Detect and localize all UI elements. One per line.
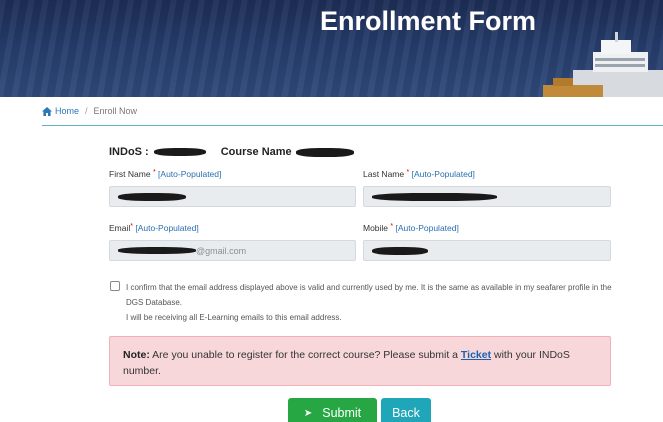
confirm-text-line-1: I confirm that the email address display… [126, 283, 612, 307]
mobile-label: Mobile * [Auto-Populated] [363, 223, 459, 233]
course-name-redacted [295, 147, 354, 157]
submit-label: Submit [322, 406, 362, 420]
last-name-label: Last Name * [Auto-Populated] [363, 169, 475, 179]
home-icon [42, 106, 52, 116]
breadcrumb-separator: / [85, 106, 88, 116]
note-text-before: Are you unable to register for the corre… [149, 349, 461, 361]
confirm-text-line-2: I will be receiving all E-Learning email… [126, 313, 342, 322]
email-redacted [118, 247, 196, 254]
indos-course-row: INDoS : Course Name [109, 146, 354, 158]
breadcrumb-home-link[interactable]: Home [42, 106, 79, 116]
back-button[interactable]: Back [381, 398, 431, 422]
ticket-link[interactable]: Ticket [461, 349, 491, 361]
breadcrumb-home-label: Home [55, 106, 80, 116]
ship-image [543, 32, 663, 97]
breadcrumb-current: Enroll Now [93, 106, 138, 116]
mobile-field[interactable] [363, 240, 611, 261]
email-visible-fragment: @gmail.com [196, 245, 247, 256]
breadcrumb: Home / Enroll Now [42, 106, 137, 116]
mobile-redacted [372, 246, 428, 255]
last-name-field[interactable] [363, 186, 611, 207]
first-name-redacted [118, 192, 186, 201]
first-name-field[interactable] [109, 186, 356, 207]
course-name-label: Course Name [220, 146, 292, 158]
email-field[interactable]: @gmail.com [109, 240, 356, 261]
page-title: Enrollment Form [320, 6, 537, 36]
back-label: Back [392, 406, 420, 420]
indos-label: INDoS : [109, 146, 149, 158]
arrow-right-icon: ➤ [303, 407, 313, 419]
first-name-label: First Name * [Auto-Populated] [109, 169, 222, 179]
confirm-email-checkbox[interactable] [110, 281, 120, 291]
note-prefix: Note: [123, 349, 150, 361]
email-label: Email* [Auto-Populated] [109, 223, 199, 233]
last-name-redacted [372, 192, 497, 201]
confirm-email-text: I confirm that the email address display… [126, 280, 616, 325]
header-banner: Enrollment Form [0, 0, 663, 97]
note-alert: Note: Are you unable to register for the… [109, 336, 611, 386]
submit-button[interactable]: ➤ Submit [288, 398, 377, 422]
breadcrumb-divider [42, 125, 663, 126]
indos-value-redacted [153, 148, 206, 156]
